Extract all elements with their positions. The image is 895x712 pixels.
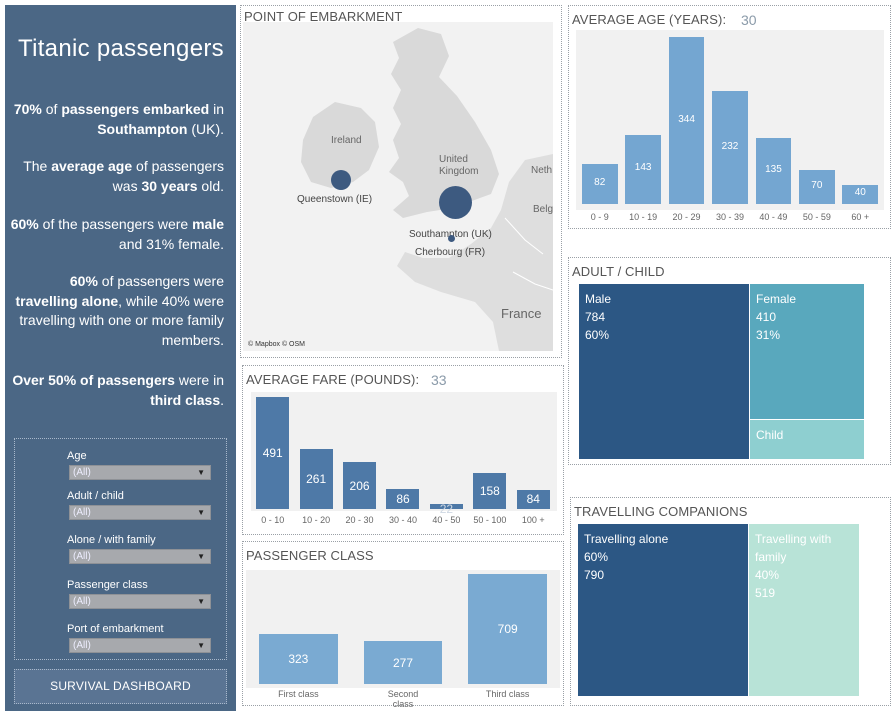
dashboard-title: Titanic passengers (18, 35, 224, 62)
chevron-down-icon: ▼ (197, 468, 205, 477)
age-chart-plot: 82 0 - 9 143 10 - 19 344 20 - 29 232 30 - 39 135… (576, 30, 884, 222)
sidebar: Titanic passengers 70% of passengers emb… (5, 5, 236, 711)
fare-bar-label: 84 (526, 492, 540, 507)
map-label-france: France (501, 306, 542, 321)
alone-count: 790 (584, 568, 605, 582)
class-tick-label: Third class (485, 689, 530, 699)
treemap-travelling-alone[interactable]: Travelling alone 60% 790 (578, 524, 748, 696)
age-bar-label: 40 (854, 187, 866, 199)
map-basemap (243, 22, 553, 351)
female-pct: 31% (756, 328, 781, 342)
filter-age-select[interactable]: (All) ▼ (69, 465, 211, 480)
filter-label-port: Port of embarkment (67, 623, 164, 635)
treemap-male[interactable]: Male 784 60% (579, 284, 749, 459)
chevron-down-icon: ▼ (197, 641, 205, 650)
alone-pct: 60% (584, 550, 609, 564)
age-bar-label: 82 (594, 177, 606, 189)
fact-embarked: 70% of passengers embarked in Southampto… (13, 101, 224, 137)
map-label-netherlands: Neth (531, 165, 553, 176)
filter-adult-child-select[interactable]: (All) ▼ (69, 505, 211, 520)
port-marker-southampton[interactable] (439, 186, 472, 219)
treemap-travelling-family[interactable]: Travelling with family 40% 519 (749, 524, 859, 696)
chevron-down-icon: ▼ (197, 552, 205, 561)
class-bar-label: 277 (392, 655, 414, 670)
filter-port-select[interactable]: (All) ▼ (69, 638, 211, 653)
class-chart-panel: PASSENGER CLASS 323 First class 277 Second … (242, 541, 564, 709)
age-average-value: 30 (741, 12, 757, 28)
fare-bar-label: 491 (262, 446, 283, 460)
fare-bar-label: 206 (349, 478, 370, 493)
fare-bar-label: 22 (439, 501, 454, 516)
embarkment-map[interactable]: Ireland United Kingdom Neth Belg France … (243, 22, 553, 351)
map-label-belgium: Belg (533, 204, 553, 215)
embarkment-map-panel: POINT OF EMBARKMENT Ireland United Kingd… (240, 5, 562, 358)
age-bar-label: 344 (678, 113, 695, 125)
family-count: 519 (755, 586, 776, 600)
fact-age: The average age of passengers was 30 yea… (23, 158, 224, 194)
map-label-ireland: Ireland (331, 135, 362, 146)
fare-chart-title: AVERAGE FARE (POUNDS): (246, 372, 420, 387)
class-bar-label: 323 (288, 651, 309, 666)
family-pct: 40% (755, 568, 780, 582)
fare-tick-label: 100 + (521, 515, 545, 525)
port-marker-cherbourg[interactable] (448, 235, 455, 242)
fact-gender: 60% of the passengers were male and 31% … (10, 216, 224, 252)
chevron-down-icon: ▼ (197, 508, 205, 517)
age-tick-label: 60 + (851, 212, 870, 222)
age-bar-label: 135 (765, 164, 782, 176)
treemap-child[interactable]: Child (750, 420, 864, 459)
port-label-queenstown: Queenstown (IE) (297, 194, 373, 205)
survival-dashboard-button[interactable]: SURVIVAL DASHBOARD (14, 669, 227, 704)
filter-label-age: Age (67, 450, 87, 462)
alone-label: Travelling alone (584, 532, 669, 546)
companions-panel: TRAVELLING COMPANIONS Travelling alone 6… (570, 497, 891, 706)
filter-passenger-class-select[interactable]: (All) ▼ (69, 594, 211, 609)
port-label-cherbourg: Cherbourg (FR) (415, 247, 486, 258)
filter-label-passenger-class: Passenger class (67, 579, 148, 591)
companions-title: TRAVELLING COMPANIONS (574, 504, 748, 519)
class-tick-label: Second class (387, 689, 419, 709)
male-pct: 60% (585, 328, 610, 342)
fare-chart-panel: AVERAGE FARE (POUNDS): 33 491 0 - 10 261 10… (242, 365, 564, 535)
fare-chart-plot: 491 0 - 10 261 10 - 20 206 20 - 30 86 30 - 40 22… (251, 392, 557, 525)
female-label: Female (756, 292, 797, 306)
fare-average-value: 33 (431, 372, 447, 388)
map-attribution: © Mapbox © OSM (248, 341, 305, 348)
male-label: Male (585, 292, 612, 306)
age-chart-title: AVERAGE AGE (YEARS): (572, 12, 727, 27)
age-bar-label: 143 (634, 162, 652, 174)
class-chart-plot: 323 First class 277 Second class 709 Third cl… (246, 570, 560, 709)
filter-alone-family-select[interactable]: (All) ▼ (69, 549, 211, 564)
filter-panel: Age (All) ▼ Adult / child (All) ▼ Alone / … (14, 438, 227, 660)
child-label: Child (756, 428, 784, 442)
filter-label-alone-family: Alone / with family (67, 534, 156, 546)
filter-label-adult-child: Adult / child (67, 490, 124, 502)
age-bar-label: 232 (721, 140, 739, 152)
port-marker-queenstown[interactable] (331, 170, 351, 190)
map-label-uk: United Kingdom (439, 154, 479, 177)
treemap-female[interactable]: Female 410 31% (750, 284, 864, 419)
adult-child-panel: ADULT / CHILD Male 784 60% Female 410 31… (568, 257, 891, 465)
chevron-down-icon: ▼ (197, 597, 205, 606)
fact-class: Over 50% of passengers were in third cla… (12, 372, 224, 408)
age-chart-panel: AVERAGE AGE (YEARS): 30 82 0 - 9 143 10 - 1… (568, 5, 891, 229)
family-label: Travelling with family (755, 532, 832, 564)
class-chart-title: PASSENGER CLASS (246, 548, 374, 563)
fact-companions: 60% of passengers were travelling alone,… (15, 273, 224, 348)
class-tick-label: First class (278, 689, 319, 699)
adult-child-title: ADULT / CHILD (572, 264, 665, 279)
class-bar-label: 709 (497, 622, 518, 636)
male-count: 784 (585, 310, 606, 324)
female-count: 410 (756, 310, 777, 324)
